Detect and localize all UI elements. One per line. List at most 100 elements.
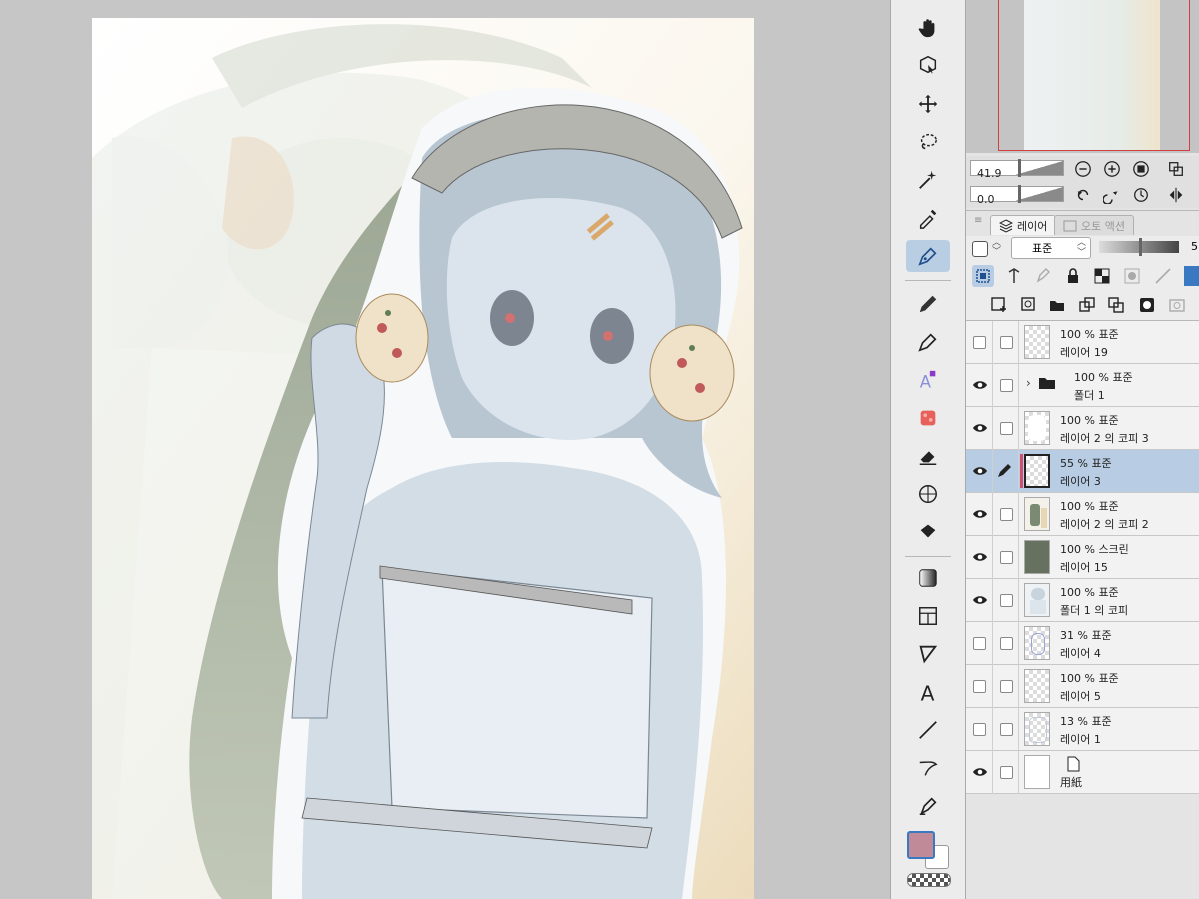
- layer-row-selected[interactable]: 55 % 표준 레이어 3: [966, 450, 1199, 493]
- blend-icon[interactable]: [906, 478, 950, 510]
- edit-target-checkbox[interactable]: [1000, 680, 1013, 693]
- artwork-canvas[interactable]: [92, 18, 754, 899]
- new-raster-layer-icon[interactable]: [988, 294, 1010, 316]
- lock-icon[interactable]: [1062, 265, 1084, 287]
- layer-row[interactable]: 13 % 표준 레이어 1: [966, 708, 1199, 751]
- rotation-slider[interactable]: 0.0: [970, 185, 1064, 206]
- layer-thumbnail: [1024, 583, 1050, 617]
- new-vector-layer-icon[interactable]: [1018, 294, 1040, 316]
- edit-target-checkbox[interactable]: [1000, 766, 1013, 779]
- edit-target-checkbox[interactable]: [1000, 379, 1013, 392]
- layer-name: 레이어 1: [1060, 733, 1101, 746]
- new-folder-icon[interactable]: [1046, 294, 1068, 316]
- layer-mask-icon[interactable]: [1136, 294, 1158, 316]
- magic-wand-icon[interactable]: [906, 164, 950, 196]
- move-icon[interactable]: [906, 88, 950, 120]
- edit-target-checkbox[interactable]: [1000, 508, 1013, 521]
- edit-target-checkbox[interactable]: [1000, 594, 1013, 607]
- layer-row[interactable]: 100 % 표준 레이어 2 의 코피 3: [966, 407, 1199, 450]
- sub-tool-icon[interactable]: [906, 790, 950, 822]
- merge-layer-icon[interactable]: [1105, 294, 1127, 316]
- layer-name: 레이어 15: [1060, 561, 1108, 574]
- folder-icon: [1039, 378, 1055, 389]
- editing-pen-icon[interactable]: [995, 462, 1013, 480]
- layer-color-swatch[interactable]: [972, 241, 988, 257]
- transfer-layer-icon[interactable]: [1076, 294, 1098, 316]
- flip-horizontal-icon[interactable]: [1166, 185, 1186, 205]
- edit-target-checkbox[interactable]: [1000, 551, 1013, 564]
- layer-row[interactable]: 100 % 스크린 레이어 15: [966, 536, 1199, 579]
- fit-window-icon[interactable]: [1166, 159, 1186, 179]
- blend-mode-select[interactable]: 표준 ︿ ﹀: [1011, 237, 1091, 259]
- layer-row[interactable]: 100 % 표준 레이어 2 의 코피 2: [966, 493, 1199, 536]
- correction-line-icon[interactable]: [906, 752, 950, 784]
- visibility-toggle[interactable]: [973, 723, 986, 736]
- mask-enable-icon[interactable]: [1121, 265, 1143, 287]
- edit-target-checkbox[interactable]: [1000, 637, 1013, 650]
- draft-layer-icon[interactable]: [1032, 265, 1054, 287]
- layer-row[interactable]: › 100 % 표준 폴더 1: [966, 364, 1199, 407]
- eye-icon[interactable]: [972, 507, 988, 521]
- layer-row[interactable]: 100 % 표준 폴더 1 의 코피: [966, 579, 1199, 622]
- layer-row[interactable]: 100 % 표준 레이어 19: [966, 321, 1199, 364]
- eye-icon[interactable]: [972, 378, 988, 392]
- eye-icon[interactable]: [972, 421, 988, 435]
- rotate-left-icon[interactable]: [1073, 185, 1093, 205]
- ruler-line-icon[interactable]: [906, 714, 950, 746]
- eraser-icon[interactable]: [906, 440, 950, 472]
- edit-target-checkbox[interactable]: [1000, 336, 1013, 349]
- reference-layer-icon[interactable]: [1003, 265, 1025, 287]
- layer-row[interactable]: 100 % 표준 레이어 5: [966, 665, 1199, 708]
- balloon-icon[interactable]: [906, 638, 950, 670]
- gradient-icon[interactable]: [906, 562, 950, 594]
- airbrush-icon[interactable]: A: [906, 364, 950, 396]
- pencil-icon[interactable]: [906, 288, 950, 320]
- eye-icon[interactable]: [972, 593, 988, 607]
- tool-bar: A A: [890, 0, 966, 899]
- layer-name: 레이어 2 의 코피 3: [1060, 432, 1149, 445]
- actual-size-icon[interactable]: [1131, 159, 1151, 179]
- navigator-view-frame[interactable]: [998, 0, 1190, 151]
- tab-layer[interactable]: 레이어: [990, 215, 1057, 235]
- decoration-icon[interactable]: [906, 402, 950, 434]
- eye-icon[interactable]: [972, 550, 988, 564]
- edit-target-checkbox[interactable]: [1000, 422, 1013, 435]
- brush-icon[interactable]: [906, 326, 950, 358]
- layer-row[interactable]: 用紙: [966, 751, 1199, 794]
- reset-rotation-icon[interactable]: [1131, 185, 1151, 205]
- navigator-panel[interactable]: [966, 0, 1199, 153]
- swatch-stepper-icon[interactable]: ︿ ﹀: [992, 239, 1001, 257]
- object-select-icon[interactable]: [906, 49, 950, 81]
- layer-mode: 100 % 표준: [1060, 414, 1119, 427]
- layer-color-icon[interactable]: [1184, 266, 1199, 286]
- tab-auto-action[interactable]: 오토 액션: [1054, 215, 1134, 235]
- fill-icon[interactable]: [906, 516, 950, 548]
- zoom-slider[interactable]: 41.9: [970, 159, 1064, 180]
- frame-icon[interactable]: [906, 600, 950, 632]
- edit-target-checkbox[interactable]: [1000, 723, 1013, 736]
- transparent-color-swatch[interactable]: [907, 873, 951, 887]
- folder-expand-icon[interactable]: ›: [1026, 376, 1031, 390]
- zoom-out-icon[interactable]: [1073, 159, 1093, 179]
- zoom-in-icon[interactable]: [1102, 159, 1122, 179]
- opacity-slider[interactable]: [1099, 238, 1179, 256]
- hand-icon[interactable]: [906, 12, 950, 44]
- lock-transparency-icon[interactable]: [1091, 265, 1113, 287]
- rotate-right-icon[interactable]: [1102, 185, 1122, 205]
- visibility-toggle[interactable]: [973, 680, 986, 693]
- eye-icon[interactable]: [972, 464, 988, 478]
- ruler-range-icon[interactable]: [1152, 265, 1174, 287]
- clip-layer-icon[interactable]: [972, 265, 994, 287]
- layer-row[interactable]: 31 % 표준 레이어 4: [966, 622, 1199, 665]
- pen-icon[interactable]: [906, 240, 950, 272]
- visibility-toggle[interactable]: [973, 336, 986, 349]
- lasso-icon[interactable]: [906, 126, 950, 158]
- layer-property-icon[interactable]: [1166, 294, 1188, 316]
- text-icon[interactable]: A: [906, 676, 950, 708]
- main-color-swatch[interactable]: [907, 831, 935, 859]
- eye-icon[interactable]: [972, 765, 988, 779]
- canvas-area[interactable]: [0, 0, 890, 899]
- eyedropper-icon[interactable]: [906, 202, 950, 234]
- visibility-toggle[interactable]: [973, 637, 986, 650]
- panel-menu-icon[interactable]: ≡: [974, 215, 982, 226]
